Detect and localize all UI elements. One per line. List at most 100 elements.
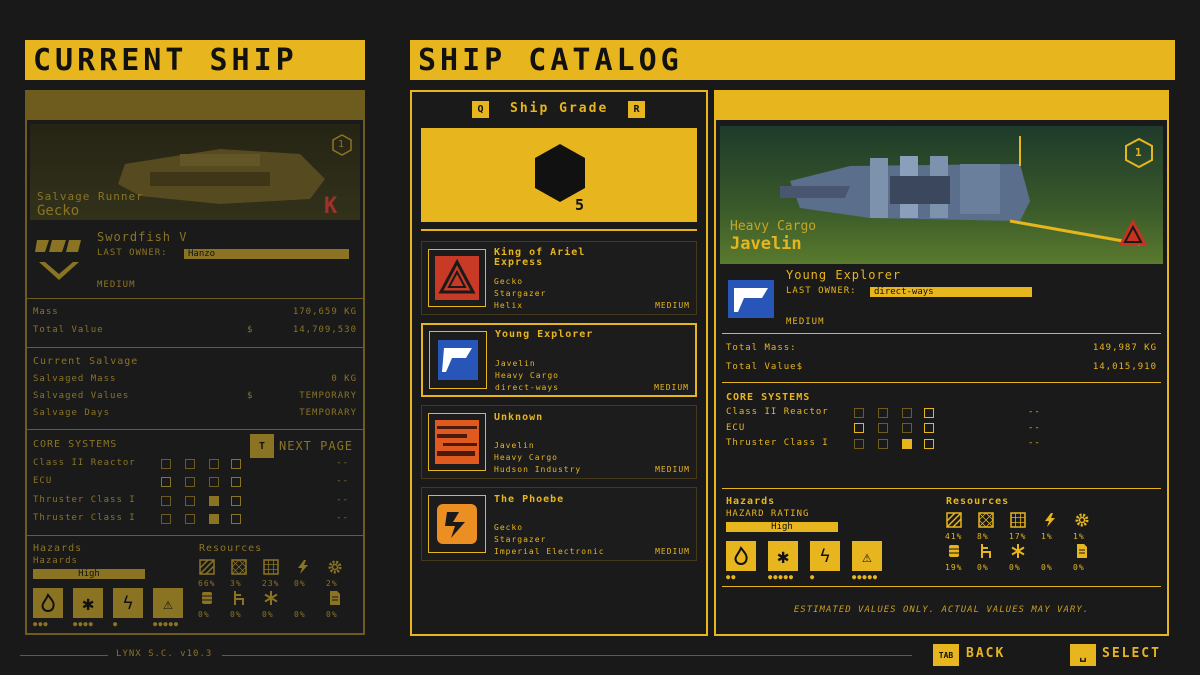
core-systems-title: CORE SYSTEMS [726, 392, 811, 403]
ship-card-line: direct-ways [495, 383, 559, 392]
fire-hazard-icon [726, 541, 756, 571]
gear-icon [1074, 512, 1092, 530]
grade-next-key[interactable]: R [628, 101, 645, 118]
grid-square-icon [263, 559, 281, 577]
total-mass-label: Total Mass: [726, 343, 797, 353]
resource-percent: 19% [945, 563, 963, 572]
detail-ship-model: Javelin [730, 234, 802, 254]
ship-card[interactable]: The Phoebe Gecko Stargazer Imperial Elec… [421, 487, 697, 561]
detail-grade: 1 [1135, 146, 1143, 159]
resource-percent: 1% [1073, 532, 1085, 541]
panel-header-strip [27, 92, 363, 120]
slot-empty-icon [185, 496, 195, 506]
current-ship-image [30, 124, 360, 220]
ship-card-line: Javelin [494, 441, 535, 450]
slot-empty-icon [902, 423, 912, 433]
ship-detail-panel: 1 Heavy Cargo Javelin Young Explorer LAS… [714, 90, 1169, 636]
barrel-icon [199, 590, 217, 608]
slot-empty-icon [878, 439, 888, 449]
grade-hex-icon [535, 144, 585, 202]
slot-empty-icon [854, 408, 864, 418]
back-button[interactable]: BACK [966, 646, 1005, 661]
slot-empty-icon [209, 459, 219, 469]
slot-empty-icon [854, 439, 864, 449]
ship-card-size: MEDIUM [655, 301, 690, 310]
ship-card-name: King of Ariel Express [494, 247, 586, 268]
grade-display[interactable]: 5 [421, 128, 697, 222]
hazards-title: Hazards [33, 543, 83, 554]
system-value: -- [336, 495, 349, 505]
gear-icon [327, 559, 345, 577]
electric-hazard-icon: ϟ [810, 541, 840, 571]
radiation-hazard-icon: ⚠ [852, 541, 882, 571]
ship-services-screen: CURRENT SHIP 1 Salvage Runner Gecko K Sw… [0, 0, 1200, 675]
footer-rule [222, 655, 912, 656]
electric-hazard-icon: ϟ [113, 588, 143, 618]
slot-warning-icon [924, 439, 934, 449]
cold-hazard-icon: ✱ [73, 588, 103, 618]
ship-card[interactable]: King of Ariel Express Gecko Stargazer He… [421, 241, 697, 315]
slot-filled-icon [209, 496, 219, 506]
back-key[interactable]: TAB [933, 644, 959, 666]
resource-percent: 23% [262, 579, 280, 588]
crosshatch-square-icon [978, 512, 996, 530]
system-value: -- [336, 476, 349, 486]
slot-warning-icon [231, 496, 241, 506]
current-ship-banner: CURRENT SHIP [25, 40, 365, 80]
ship-card-name: Young Explorer [495, 329, 594, 340]
total-value: 14,015,910 [1092, 362, 1157, 372]
hazard-rating-bar: High [33, 569, 145, 579]
system-name: ECU [33, 476, 53, 486]
ship-catalog-banner: SHIP CATALOG [410, 40, 1175, 80]
crosshatch-square-icon [231, 559, 249, 577]
hazard-rating-bar: High [726, 522, 838, 532]
flag-logo-icon [429, 331, 487, 389]
manufacturer-logo-icon: K [324, 194, 338, 219]
system-value: -- [1028, 423, 1041, 433]
slot-empty-icon [161, 459, 171, 469]
panel-header-strip [716, 92, 1167, 120]
slot-empty-icon [902, 408, 912, 418]
ship-card-selected[interactable]: Young Explorer Javelin Heavy Cargo direc… [421, 323, 697, 397]
resource-percent: 17% [1009, 532, 1027, 541]
resource-percent: 8% [977, 532, 989, 541]
current-ship-model: Gecko [37, 203, 80, 219]
manufacturer-logo-icon [1117, 217, 1149, 249]
total-value: 14,709,530 [292, 325, 357, 335]
slot-filled-icon [209, 514, 219, 524]
ship-card-line: Gecko [494, 277, 524, 286]
document-icon [1074, 543, 1092, 561]
ship-silhouette [118, 149, 325, 204]
select-button[interactable]: SELECT [1102, 646, 1161, 661]
system-value: -- [336, 513, 349, 523]
ship-card-size: MEDIUM [654, 383, 689, 392]
ship-grade-label: Ship Grade [510, 101, 609, 116]
resource-percent: 0% [977, 563, 989, 572]
droplet-icon [295, 590, 313, 608]
hatched-square-icon [199, 559, 217, 577]
grid-square-icon [1010, 512, 1028, 530]
ship-card-line: Helix [494, 301, 524, 310]
slot-warning-icon [231, 514, 241, 524]
chair-icon [978, 543, 996, 561]
grade-prev-key[interactable]: Q [472, 101, 489, 118]
manufacturer-emblem-icon [35, 236, 83, 282]
ship-card[interactable]: Unknown Javelin Heavy Cargo Hudson Indus… [421, 405, 697, 479]
next-page-button[interactable]: NEXT PAGE [279, 439, 353, 453]
resource-percent: 2% [326, 579, 338, 588]
ship-card-line: Heavy Cargo [494, 453, 558, 462]
document-icon [327, 590, 345, 608]
slot-empty-icon [161, 514, 171, 524]
glitch-logo-icon [428, 413, 486, 471]
ship-card-line: Heavy Cargo [495, 371, 559, 380]
resource-percent: 0% [262, 610, 274, 619]
slot-filled-icon [902, 439, 912, 449]
hazard-level-dots: ●● [726, 573, 737, 581]
next-page-key[interactable]: T [250, 434, 274, 458]
slot-warning-icon [924, 423, 934, 433]
system-name: ECU [726, 423, 746, 433]
slot-empty-icon [185, 459, 195, 469]
select-key[interactable]: ␣ [1070, 644, 1096, 666]
hatched-square-icon [946, 512, 964, 530]
resource-percent: 41% [945, 532, 963, 541]
